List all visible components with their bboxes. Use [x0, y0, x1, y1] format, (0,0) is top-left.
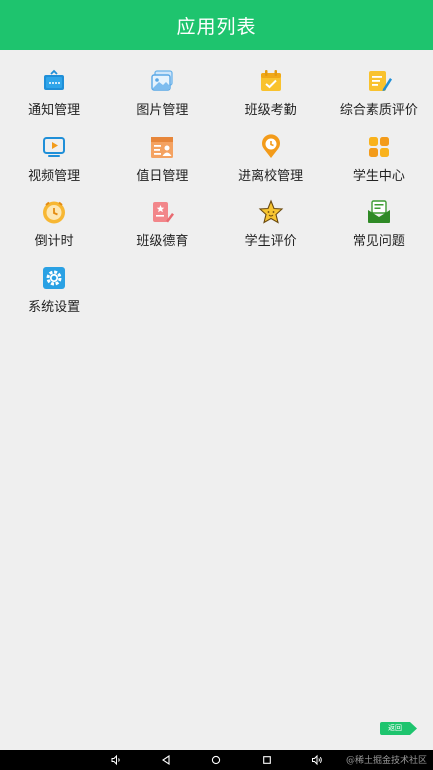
attendance-calendar-icon [260, 70, 281, 91]
app-bar: 应用列表 [0, 0, 433, 50]
system-navigation-bar: @稀土掘金技术社区 [0, 750, 433, 770]
app-label: 进离校管理 [238, 168, 304, 184]
app-item-system-settings[interactable]: 系统设置 [0, 265, 108, 331]
app-item-duty[interactable]: 值日管理 [108, 134, 216, 200]
app-item-entry-exit[interactable]: 进离校管理 [217, 133, 325, 200]
app-label: 常见问题 [352, 234, 405, 249]
app-item-notice[interactable]: 通知管理 [0, 68, 108, 134]
settings-gear-icon [43, 266, 66, 289]
app-label: 倒计时 [34, 234, 74, 249]
page-title: 应用列表 [176, 15, 257, 38]
video-icon [43, 136, 66, 157]
app-item-video[interactable]: 视频管理 [0, 134, 108, 200]
app-grid: 通知管理 图片管理 班级考勤 综合素质评价 视频管理 值日管理 进离校管理 学生… [0, 68, 433, 330]
app-item-comprehensive-evaluation[interactable]: 综合素质评价 [325, 68, 433, 134]
evaluation-note-icon [368, 71, 392, 91]
app-label: 系统设置 [28, 299, 81, 315]
app-item-student-center[interactable]: 学生中心 [325, 134, 433, 200]
app-item-attendance[interactable]: 班级考勤 [217, 68, 325, 134]
app-label: 学生中心 [352, 168, 405, 184]
notice-icon [44, 69, 65, 90]
watermark-text: @稀土掘金技术社区 [345, 756, 427, 766]
app-label: 值日管理 [136, 168, 189, 184]
back-triangle-icon[interactable] [160, 754, 172, 766]
back-button-label: 返回 [388, 724, 402, 732]
recents-square-icon[interactable] [261, 754, 273, 766]
app-item-countdown[interactable]: 倒计时 [0, 199, 108, 265]
app-label: 学生评价 [244, 234, 297, 249]
app-label: 图片管理 [136, 103, 189, 118]
app-label: 班级德育 [136, 234, 189, 249]
moral-education-icon [153, 202, 175, 223]
app-item-pictures[interactable]: 图片管理 [108, 68, 216, 134]
app-label: 综合素质评价 [339, 103, 418, 118]
alarm-clock-icon [43, 201, 66, 224]
app-item-faq[interactable]: 常见问题 [325, 199, 433, 265]
duty-icon [151, 136, 174, 158]
volume-down-icon[interactable] [110, 754, 122, 766]
home-circle-icon[interactable] [210, 754, 222, 766]
picture-icon [151, 70, 174, 91]
app-label: 通知管理 [28, 103, 81, 118]
app-item-moral-education[interactable]: 班级德育 [108, 199, 216, 265]
faq-envelope-icon [367, 200, 390, 223]
volume-up-icon[interactable] [311, 754, 323, 766]
star-icon [258, 199, 283, 224]
app-label: 视频管理 [28, 168, 81, 184]
student-center-icon [368, 136, 389, 157]
location-clock-icon [261, 133, 280, 158]
app-label: 班级考勤 [244, 103, 297, 118]
app-item-student-evaluation[interactable]: 学生评价 [217, 199, 325, 265]
back-button[interactable]: 返回 [380, 722, 418, 735]
